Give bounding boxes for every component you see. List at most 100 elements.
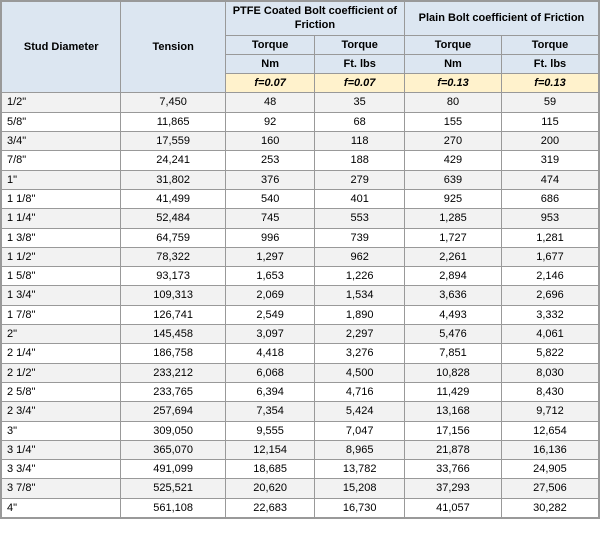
- table-row: 3 3/4" 491,099 18,685 13,782 33,766 24,9…: [2, 460, 599, 479]
- plain-nm-cell: 17,156: [404, 421, 501, 440]
- plain-nm-cell: 3,636: [404, 286, 501, 305]
- table-row: 4" 561,108 22,683 16,730 41,057 30,282: [2, 498, 599, 517]
- ptfe-nm-cell: 253: [225, 151, 315, 170]
- ptfe-nm-cell: 9,555: [225, 421, 315, 440]
- plain-group-header: Plain Bolt coefficient of Friction: [404, 2, 598, 36]
- plain-nm-cell: 925: [404, 189, 501, 208]
- tension-cell: 309,050: [121, 421, 225, 440]
- tension-cell: 525,521: [121, 479, 225, 498]
- ptfe-ft-cell: 7,047: [315, 421, 405, 440]
- plain-ft-cell: 4,061: [501, 325, 598, 344]
- table-row: 1 1/8" 41,499 540 401 925 686: [2, 189, 599, 208]
- size-cell: 2 1/2": [2, 363, 121, 382]
- table-row: 1 5/8" 93,173 1,653 1,226 2,894 2,146: [2, 267, 599, 286]
- size-cell: 1/2": [2, 93, 121, 112]
- plain-ft-cell: 2,146: [501, 267, 598, 286]
- size-cell: 7/8": [2, 151, 121, 170]
- plain-nm-cell: 11,429: [404, 382, 501, 401]
- ptfe-ft-cell: 962: [315, 247, 405, 266]
- tension-cell: 126,741: [121, 305, 225, 324]
- plain-torque-label: Torque: [404, 35, 501, 54]
- ptfe-ft-cell: 1,534: [315, 286, 405, 305]
- ptfe-ft-cell: 118: [315, 132, 405, 151]
- ptfe-f-ft: f=0.07: [315, 74, 405, 93]
- tension-cell: 233,765: [121, 382, 225, 401]
- plain-ft-cell: 1,677: [501, 247, 598, 266]
- table-row: 3" 309,050 9,555 7,047 17,156 12,654: [2, 421, 599, 440]
- plain-ft-cell: 2,696: [501, 286, 598, 305]
- ptfe-group-header: PTFE Coated Bolt coefficient of Friction: [225, 2, 404, 36]
- tension-cell: 93,173: [121, 267, 225, 286]
- ptfe-nm-cell: 1,297: [225, 247, 315, 266]
- plain-ft-label: Ft. lbs: [501, 54, 598, 73]
- ptfe-nm-cell: 12,154: [225, 440, 315, 459]
- tension-cell: 11,865: [121, 112, 225, 131]
- ptfe-ft-cell: 35: [315, 93, 405, 112]
- size-cell: 1 1/4": [2, 209, 121, 228]
- table-row: 3 1/4" 365,070 12,154 8,965 21,878 16,13…: [2, 440, 599, 459]
- size-cell: 5/8": [2, 112, 121, 131]
- table-row: 1 7/8" 126,741 2,549 1,890 4,493 3,332: [2, 305, 599, 324]
- ptfe-nm-cell: 745: [225, 209, 315, 228]
- ptfe-ft-cell: 401: [315, 189, 405, 208]
- plain-nm-cell: 1,727: [404, 228, 501, 247]
- tension-cell: 109,313: [121, 286, 225, 305]
- tension-cell: 145,458: [121, 325, 225, 344]
- ptfe-nm-cell: 22,683: [225, 498, 315, 517]
- table-row: 2 1/2" 233,212 6,068 4,500 10,828 8,030: [2, 363, 599, 382]
- plain-nm-cell: 80: [404, 93, 501, 112]
- plain-nm-cell: 37,293: [404, 479, 501, 498]
- ptfe-nm-cell: 2,549: [225, 305, 315, 324]
- ptfe-nm-cell: 160: [225, 132, 315, 151]
- ptfe-ft-cell: 5,424: [315, 402, 405, 421]
- ptfe-nm-cell: 540: [225, 189, 315, 208]
- ptfe-ft-cell: 2,297: [315, 325, 405, 344]
- tension-cell: 365,070: [121, 440, 225, 459]
- ptfe-ft-cell: 1,226: [315, 267, 405, 286]
- plain-ft-cell: 12,654: [501, 421, 598, 440]
- plain-nm-label: Nm: [404, 54, 501, 73]
- plain-ft-cell: 8,430: [501, 382, 598, 401]
- plain-nm-cell: 429: [404, 151, 501, 170]
- plain-nm-cell: 5,476: [404, 325, 501, 344]
- size-cell: 3 3/4": [2, 460, 121, 479]
- plain-ft-cell: 5,822: [501, 344, 598, 363]
- plain-ft-cell: 30,282: [501, 498, 598, 517]
- tension-cell: 41,499: [121, 189, 225, 208]
- ptfe-ft-cell: 188: [315, 151, 405, 170]
- plain-ft-cell: 115: [501, 112, 598, 131]
- ptfe-nm-cell: 3,097: [225, 325, 315, 344]
- size-cell: 1": [2, 170, 121, 189]
- size-cell: 3 1/4": [2, 440, 121, 459]
- table-row: 2 1/4" 186,758 4,418 3,276 7,851 5,822: [2, 344, 599, 363]
- main-table-container: Stud Diameter Tension PTFE Coated Bolt c…: [0, 0, 600, 519]
- ptfe-nm-cell: 4,418: [225, 344, 315, 363]
- ptfe-nm-cell: 92: [225, 112, 315, 131]
- size-cell: 2": [2, 325, 121, 344]
- table-row: 2 5/8" 233,765 6,394 4,716 11,429 8,430: [2, 382, 599, 401]
- size-cell: 4": [2, 498, 121, 517]
- plain-nm-cell: 2,894: [404, 267, 501, 286]
- table-row: 3/4" 17,559 160 118 270 200: [2, 132, 599, 151]
- plain-ft-cell: 59: [501, 93, 598, 112]
- ptfe-nm-cell: 996: [225, 228, 315, 247]
- ptfe-ft-cell: 739: [315, 228, 405, 247]
- ptfe-ft-cell: 68: [315, 112, 405, 131]
- size-cell: 1 3/8": [2, 228, 121, 247]
- tension-cell: 24,241: [121, 151, 225, 170]
- plain-ft-cell: 8,030: [501, 363, 598, 382]
- ptfe-ft-cell: 15,208: [315, 479, 405, 498]
- ptfe-ft-cell: 3,276: [315, 344, 405, 363]
- plain-nm-cell: 1,285: [404, 209, 501, 228]
- plain-ft-cell: 16,136: [501, 440, 598, 459]
- plain-f-ft: f=0.13: [501, 74, 598, 93]
- size-cell: 1 5/8": [2, 267, 121, 286]
- table-row: 1 1/4" 52,484 745 553 1,285 953: [2, 209, 599, 228]
- tension-cell: 7,450: [121, 93, 225, 112]
- tension-cell: 257,694: [121, 402, 225, 421]
- ptfe-nm-label: Nm: [225, 54, 315, 73]
- plain-f-nm: f=0.13: [404, 74, 501, 93]
- ptfe-nm-cell: 48: [225, 93, 315, 112]
- size-cell: 3/4": [2, 132, 121, 151]
- ptfe-torque-label: Torque: [225, 35, 315, 54]
